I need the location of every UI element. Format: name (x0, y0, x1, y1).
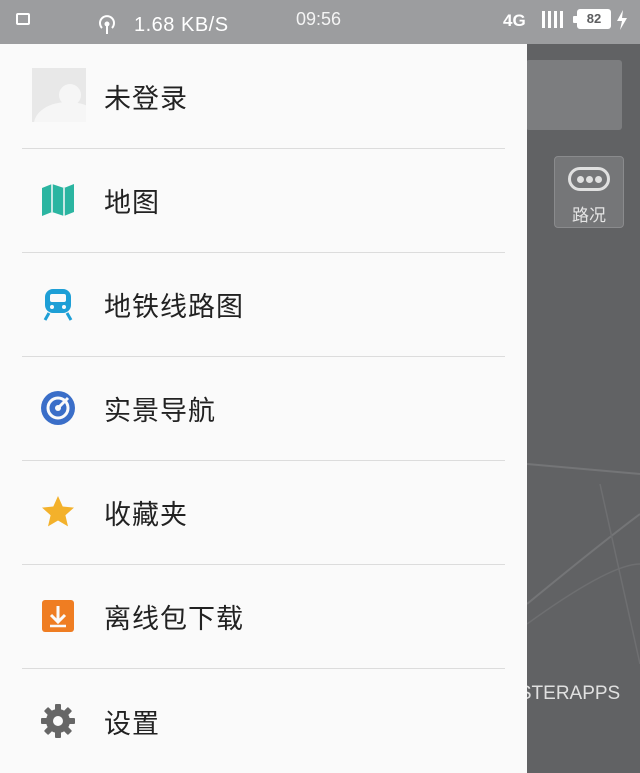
avatar (32, 68, 86, 122)
subway-icon (43, 289, 73, 321)
map-search-box[interactable] (526, 60, 622, 130)
menu-item-label: 地铁线路图 (104, 292, 244, 323)
menu-item-label: 离线包下载 (104, 604, 244, 635)
network-type: 4G (503, 11, 526, 30)
battery-level: 82 (586, 11, 602, 26)
menu-item-map[interactable]: 地图 (0, 148, 527, 252)
menu-item-label: 地图 (104, 188, 160, 219)
navigation-drawer: 未登录 地图 地铁线路图 实景导航 收藏夹 离线包下载 设置 (0, 44, 527, 773)
image-icon (16, 13, 30, 25)
user-login-label: 未登录 (104, 84, 188, 115)
network-speed: 1.68 KB/S (134, 14, 229, 36)
status-bar: 1.68 KB/S 09:56 4G 82 (0, 0, 640, 44)
traffic-icon (568, 167, 610, 191)
traffic-label: 路况 (572, 206, 606, 226)
star-icon (42, 496, 74, 527)
app-screen: 1.68 KB/S 09:56 4G 82 路况 TASTERAPPS 未登录 … (0, 0, 640, 773)
gear-icon (41, 704, 75, 738)
traffic-button[interactable]: 路况 (554, 156, 624, 228)
download-icon (42, 600, 74, 632)
menu-item-favorites[interactable]: 收藏夹 (0, 460, 527, 564)
menu-item-label: 实景导航 (104, 396, 216, 427)
menu-item-label: 设置 (104, 709, 160, 740)
hotspot-icon (99, 15, 115, 34)
signal-icon (542, 11, 563, 28)
radar-icon (41, 391, 75, 425)
clock: 09:56 (296, 9, 342, 29)
menu-item-live-navigation[interactable]: 实景导航 (0, 356, 527, 460)
charging-bolt-icon (617, 10, 627, 30)
menu-item-label: 收藏夹 (104, 500, 188, 531)
battery-icon: 82 (573, 9, 611, 29)
map-icon (42, 184, 74, 216)
menu-item-settings[interactable]: 设置 (0, 669, 527, 773)
user-login-item[interactable]: 未登录 (0, 44, 527, 148)
menu-item-offline-download[interactable]: 离线包下载 (0, 564, 527, 668)
menu-item-subway[interactable]: 地铁线路图 (0, 252, 527, 356)
